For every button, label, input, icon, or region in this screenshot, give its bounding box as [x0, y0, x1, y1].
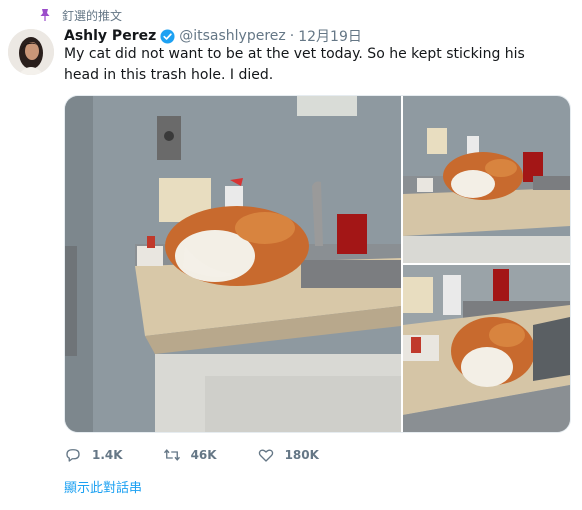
- show-thread-link[interactable]: 顯示此對話串: [64, 477, 142, 496]
- reply-button[interactable]: 1.4K: [64, 446, 123, 464]
- separator-dot: ·: [289, 28, 295, 44]
- retweet-icon: [163, 449, 180, 461]
- pinned-tweet-label: 釘選的推文: [38, 6, 122, 24]
- tweet-text: My cat did not want to be at the vet tod…: [64, 46, 525, 83]
- cat-photo-bottom-right[interactable]: [403, 265, 570, 432]
- like-button[interactable]: 180K: [257, 446, 319, 464]
- retweet-button[interactable]: 46K: [163, 446, 217, 464]
- like-count: 180K: [284, 448, 319, 462]
- reply-count: 1.4K: [92, 448, 123, 462]
- author-name[interactable]: Ashly Perez: [64, 28, 156, 44]
- heart-icon: [258, 449, 273, 462]
- retweet-count: 46K: [190, 448, 217, 462]
- avatar[interactable]: [8, 29, 54, 75]
- media-grid: [64, 95, 571, 433]
- author-handle[interactable]: @itsashlyperez: [179, 28, 286, 44]
- tweet-actions: 1.4K 46K 180K: [64, 443, 359, 467]
- verified-badge-icon: [160, 28, 175, 44]
- cat-photo-main[interactable]: [65, 96, 401, 432]
- tweet-date[interactable]: 12月19日: [298, 26, 362, 46]
- cat-photo-top-right[interactable]: [403, 96, 570, 263]
- reply-icon: [66, 449, 80, 462]
- pin-icon: [40, 9, 50, 21]
- tweet-header: Ashly Perez @itsashlyperez · 12月19日: [64, 26, 362, 46]
- pinned-text: 釘選的推文: [62, 8, 123, 23]
